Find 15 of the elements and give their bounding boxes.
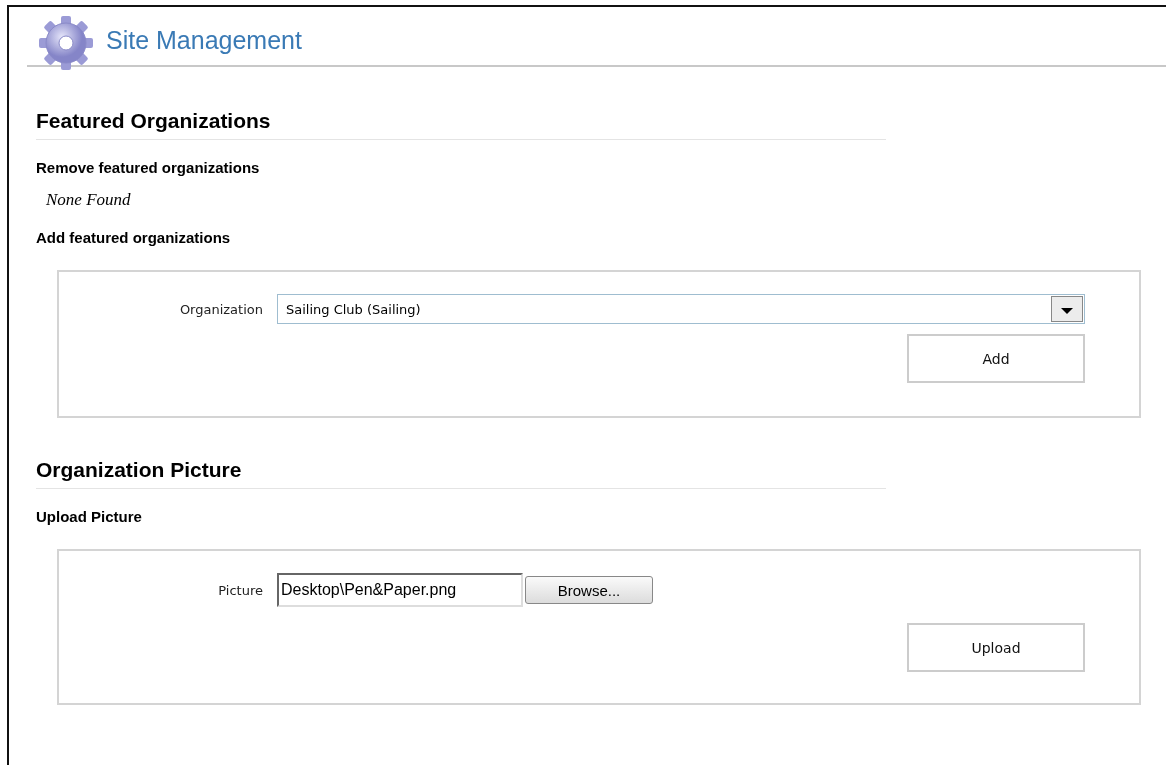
upload-button[interactable]: Upload [907, 623, 1085, 672]
section-heading: Organization Picture [36, 458, 886, 489]
subsection-heading: Remove featured organizations [36, 159, 261, 176]
empty-message: None Found [46, 190, 132, 210]
page-title: Site Management [106, 25, 302, 55]
subsection-heading: Upload Picture [36, 508, 143, 525]
subsection-heading: Add featured organizations [36, 229, 232, 246]
field-label: Picture [217, 582, 264, 598]
gear-icon [36, 13, 96, 73]
add-button[interactable]: Add [907, 334, 1085, 383]
organization-dropdown[interactable]: Sailing Club (Sailing) [277, 294, 1085, 324]
browse-button[interactable]: Browse... [525, 576, 653, 604]
section-heading: Featured Organizations [36, 109, 886, 140]
file-path-field[interactable]: Desktop\Pen&Paper.png [277, 573, 523, 607]
field-label: Organization [178, 301, 264, 317]
